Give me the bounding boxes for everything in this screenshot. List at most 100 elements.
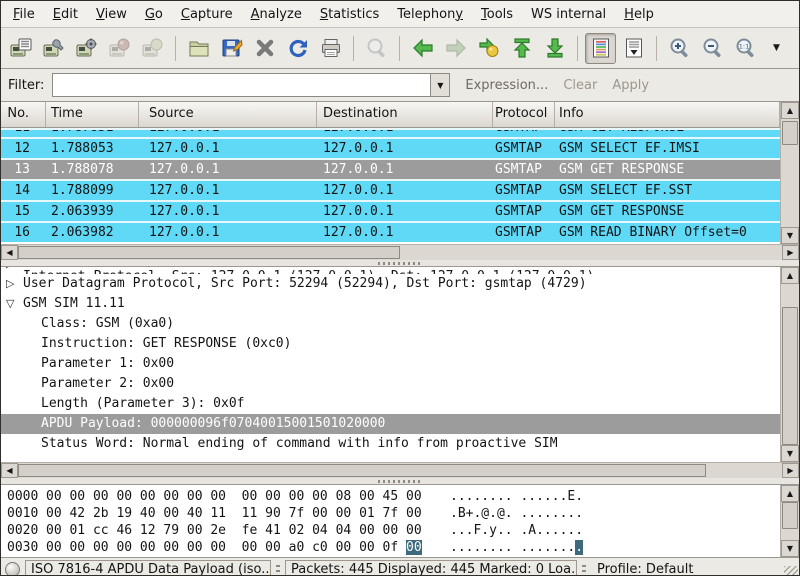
scrollbar-thumb[interactable] [782,121,798,145]
detail-tree-row[interactable]: APDU Payload: 000000096f0704001500150102… [1,414,780,434]
scrollbar-thumb[interactable] [782,502,798,529]
column-header-protocol[interactable]: Protocol [493,102,555,127]
scroll-down-arrow[interactable]: ▼ [781,445,799,462]
expert-info-icon[interactable] [5,562,20,576]
hex-row[interactable]: 002000 01 cc 46 12 79 00 2e fe 41 02 04 … [1,522,780,539]
details-hscrollbar[interactable]: ◀ ▶ [1,462,799,478]
menu-view[interactable]: View [87,4,136,25]
window-resize-grip[interactable] [784,566,798,576]
expression-button[interactable]: Expression... [465,78,548,93]
scroll-down-arrow[interactable]: ▼ [781,227,799,244]
column-header-info[interactable]: Info [555,102,780,127]
print-icon[interactable] [315,33,346,64]
clear-button[interactable]: Clear [563,78,597,93]
expander-closed-icon[interactable]: ▷ [6,274,14,294]
column-header-destination[interactable]: Destination [317,102,493,127]
expander-closed-icon[interactable]: ▷ [6,267,14,274]
scrollbar-thumb[interactable] [18,464,706,477]
scroll-right-arrow[interactable]: ▶ [782,245,799,260]
scroll-left-arrow[interactable]: ◀ [1,463,18,478]
go-top-icon[interactable] [506,33,537,64]
column-header-no[interactable]: No. [1,102,46,127]
close-file-icon[interactable] [249,33,280,64]
packet-row[interactable]: 141.788099127.0.0.1127.0.0.1GSMTAPGSM SE… [1,179,780,200]
menu-statistics[interactable]: Statistics [311,4,388,25]
scroll-up-arrow[interactable]: ▲ [781,102,799,119]
menu-telephony[interactable]: Telephony [388,4,472,25]
toolbar-overflow-caret-icon[interactable]: ▼ [773,43,780,53]
hex-row[interactable]: 0010 00 42 2b 19 40 00 40 11 11 90 7f 00 … [1,505,780,522]
expander-open-icon[interactable]: ▽ [6,294,14,314]
capture-stop-icon[interactable] [104,33,135,64]
detail-text: Internet Protocol, Src: 127.0.0.1 (127.0… [1,267,594,274]
detail-tree-row[interactable]: Parameter 1: 0x00 [1,354,780,374]
zoom-100-icon[interactable]: 1:1 [730,33,761,64]
scroll-down-arrow[interactable]: ▼ [781,540,799,557]
capture-start-icon[interactable] [71,33,102,64]
colorize-icon[interactable] [585,33,616,64]
splitter-grip [378,480,422,483]
capture-options-icon[interactable] [38,33,69,64]
hex-vscrollbar[interactable]: ▲ ▼ [780,485,799,557]
menu-analyze[interactable]: Analyze [242,4,311,25]
menu-tools[interactable]: Tools [472,4,522,25]
scrollbar-thumb[interactable] [18,246,400,259]
detail-tree-row[interactable]: ▽GSM SIM 11.11 [1,294,780,314]
packet-row[interactable]: 121.788053127.0.0.1127.0.0.1GSMTAPGSM SE… [1,137,780,158]
menu-help[interactable]: Help [615,4,663,25]
scroll-up-arrow[interactable]: ▲ [781,267,799,284]
packet-list-hscrollbar[interactable]: ◀ ▶ [1,244,799,260]
go-bottom-icon[interactable] [539,33,570,64]
auto-scroll-icon[interactable] [618,33,649,64]
menu-ws-internal[interactable]: WS internal [522,4,615,25]
go-back-icon[interactable] [407,33,438,64]
packet-cell: 1.788078 [46,160,139,179]
scroll-right-arrow[interactable]: ▶ [782,463,799,478]
menu-file[interactable]: File [4,4,44,25]
packet-row[interactable]: 111.787851127.0.0.1127.0.0.1GSMTAPGSM GE… [1,128,780,137]
hex-row[interactable]: 004000 00 09 6f 07 04 00 15 00 15 01 02 … [1,556,780,557]
column-header-time[interactable]: Time [46,102,139,127]
hex-row[interactable]: 000000 00 00 00 00 00 00 00 00 00 00 00 … [1,488,780,505]
hex-row[interactable]: 003000 00 00 00 00 00 00 00 00 00 a0 c0 … [1,539,780,556]
menu-go[interactable]: Go [136,4,172,25]
zoom-out-icon[interactable] [697,33,728,64]
go-forward-icon[interactable] [440,33,471,64]
detail-tree-row[interactable]: ▷User Datagram Protocol, Src Port: 52294… [1,274,780,294]
detail-tree-row[interactable]: ▷Internet Protocol, Src: 127.0.0.1 (127.… [1,267,780,274]
scroll-left-arrow[interactable]: ◀ [1,245,18,260]
packet-cell: 12 [1,139,46,158]
packet-cell: GSMTAP [493,223,555,242]
details-vscrollbar[interactable]: ▲ ▼ [780,267,799,462]
detail-tree-row[interactable]: Status Word: Normal ending of command wi… [1,434,780,454]
menu-capture[interactable]: Capture [172,4,242,25]
scrollbar-thumb[interactable] [782,307,798,445]
packet-cell: GSMTAP [493,202,555,221]
menu-edit[interactable]: Edit [44,4,87,25]
find-icon[interactable] [361,33,392,64]
filter-dropdown-button[interactable]: ▼ [430,73,450,97]
reload-icon[interactable] [282,33,313,64]
capture-interfaces-icon[interactable] [5,33,36,64]
save-file-icon[interactable] [216,33,247,64]
packet-row[interactable]: 162.063982127.0.0.1127.0.0.1GSMTAPGSM RE… [1,221,780,242]
filter-input[interactable] [52,73,430,97]
open-file-icon[interactable] [183,33,214,64]
column-header-source[interactable]: Source [139,102,317,127]
scroll-up-arrow[interactable]: ▲ [781,485,799,502]
detail-tree-row[interactable]: Parameter 2: 0x00 [1,374,780,394]
packet-list-vscrollbar[interactable]: ▲ ▼ [780,102,799,244]
packet-row[interactable]: 131.788078127.0.0.1127.0.0.1GSMTAPGSM GE… [1,158,780,179]
toolbar-separator [175,36,176,61]
packet-row[interactable]: 152.063939127.0.0.1127.0.0.1GSMTAPGSM GE… [1,200,780,221]
go-jump-icon[interactable] [473,33,504,64]
detail-tree-row[interactable]: Class: GSM (0xa0) [1,314,780,334]
hex-bytes: 00 42 2b 19 40 00 40 11 11 90 7f 00 00 0… [46,505,422,522]
hex-offset: 0010 [7,505,38,522]
detail-tree-row[interactable]: Length (Parameter 3): 0x0f [1,394,780,414]
capture-restart-icon[interactable] [137,33,168,64]
packet-cell: 127.0.0.1 [139,139,317,158]
detail-tree-row[interactable]: Instruction: GET RESPONSE (0xc0) [1,334,780,354]
apply-button[interactable]: Apply [612,78,649,93]
zoom-in-icon[interactable] [664,33,695,64]
